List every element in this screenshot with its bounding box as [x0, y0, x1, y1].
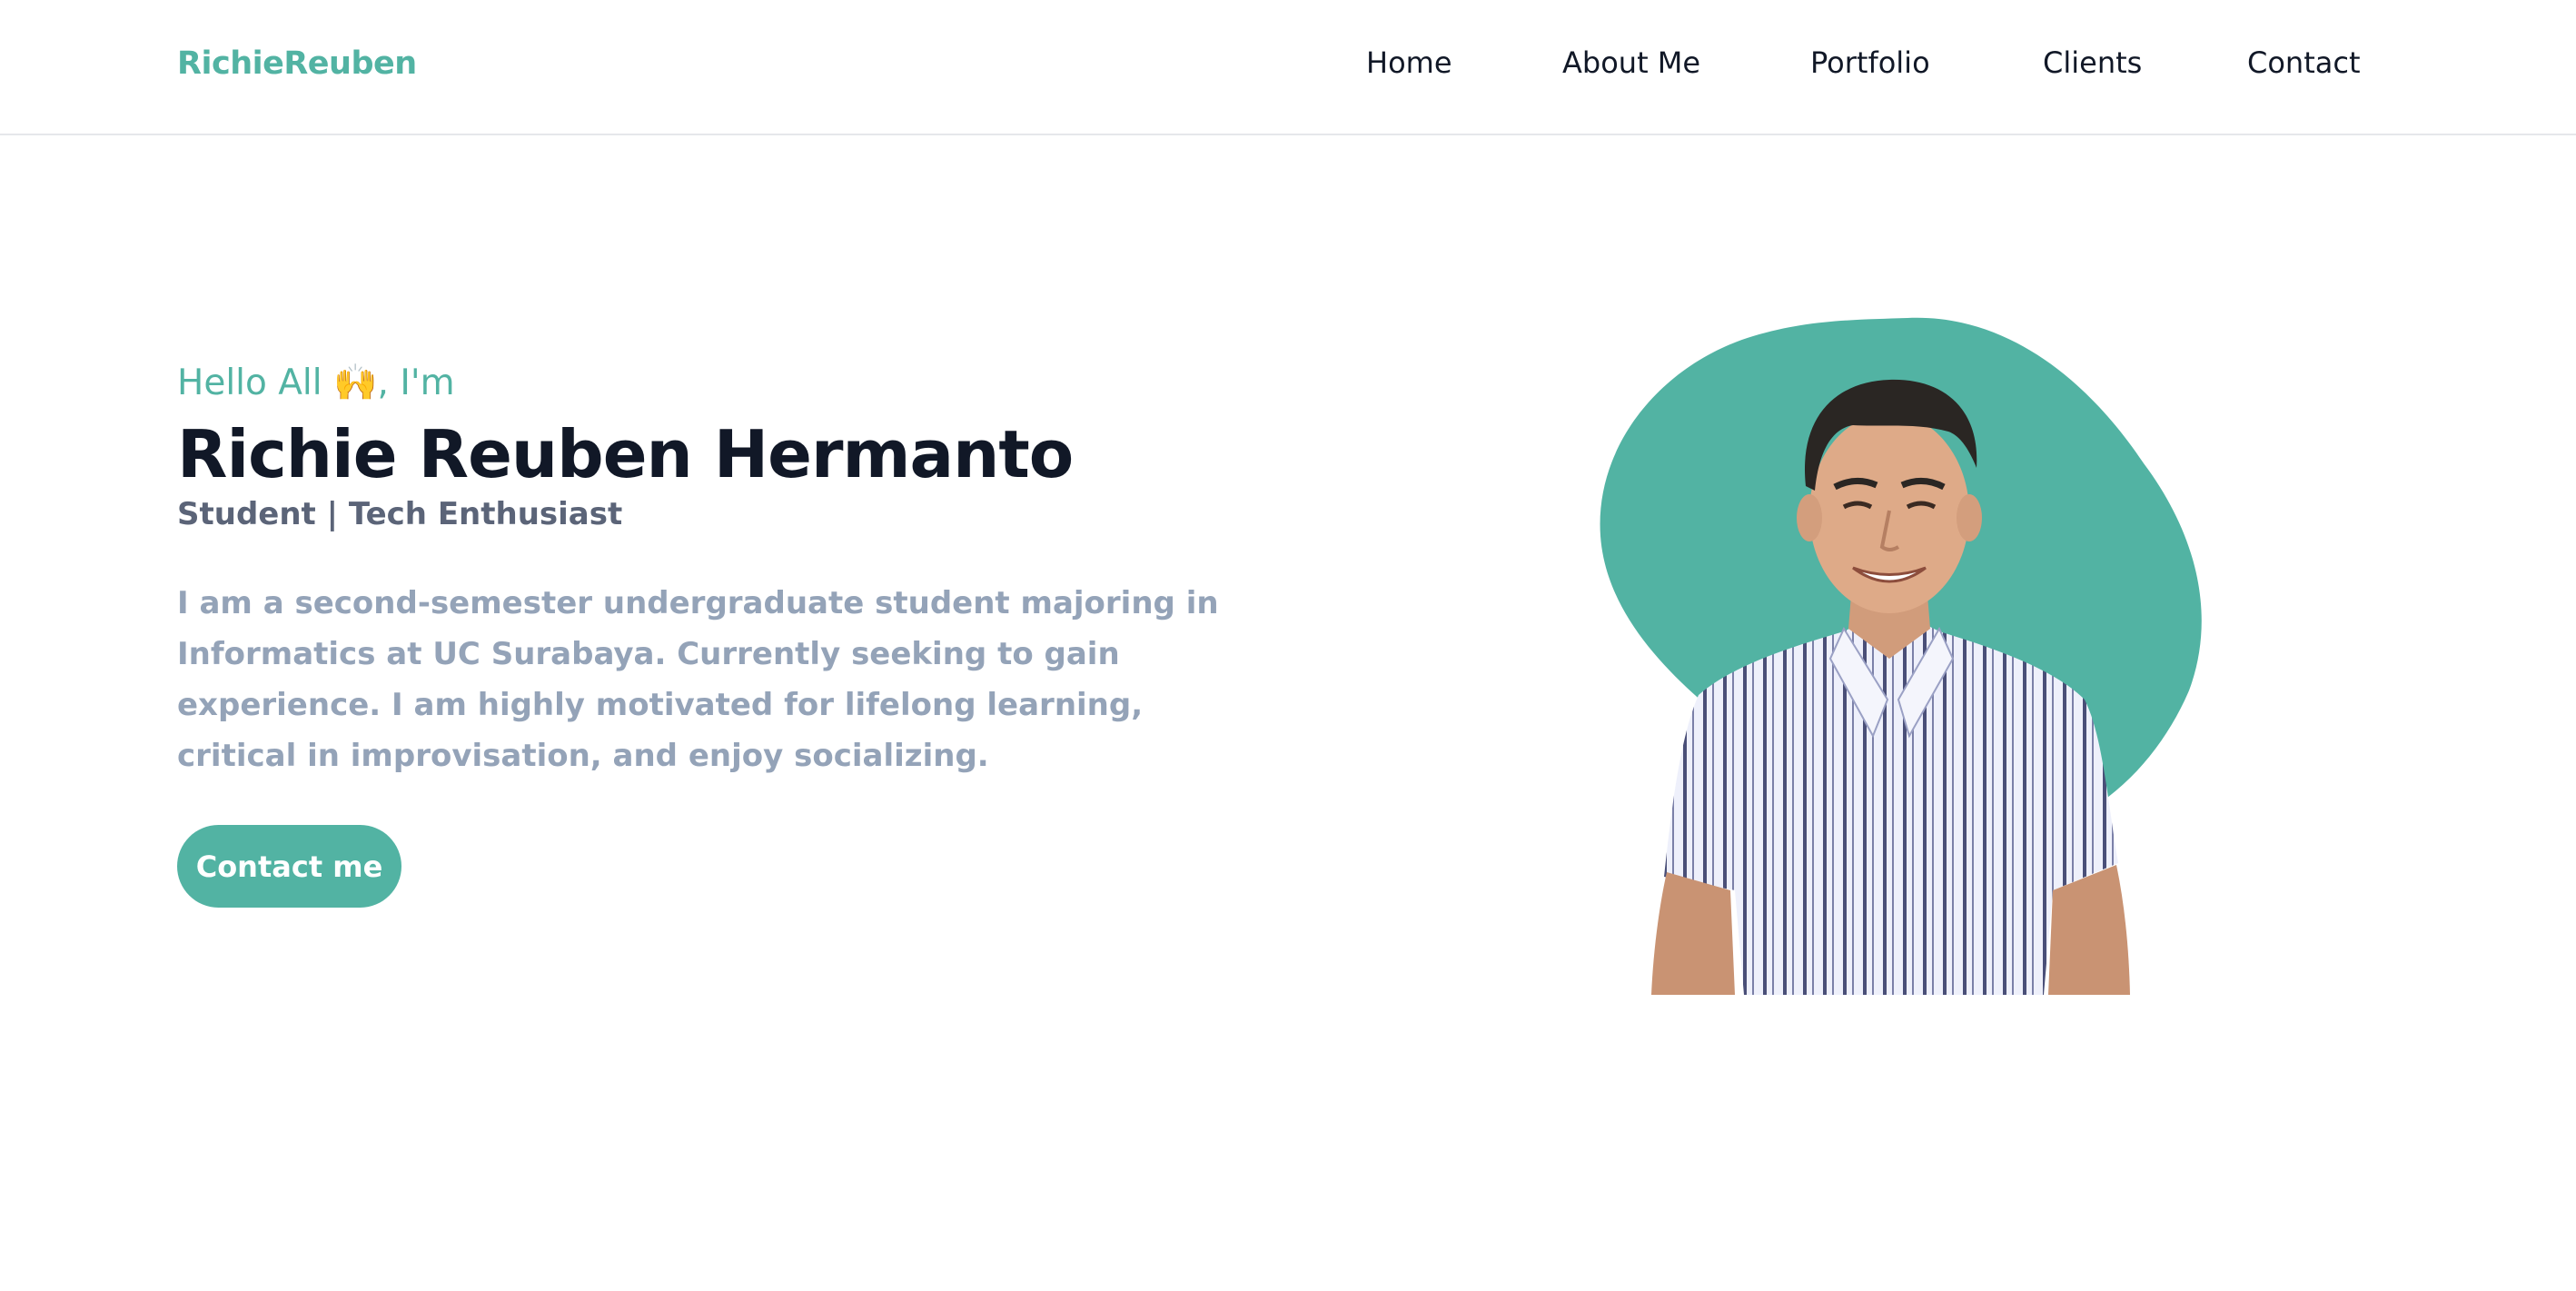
hero-bio: I am a second-semester undergraduate stu…: [177, 585, 1219, 774]
nav-link-portfolio[interactable]: Portfolio: [1810, 45, 1930, 80]
hero-subtitle: Student | Tech Enthusiast: [177, 496, 623, 532]
navbar: RichieReuben Home About Me Portfolio Cli…: [0, 0, 2576, 135]
nav-link-contact[interactable]: Contact: [2247, 45, 2361, 80]
contact-me-button[interactable]: Contact me: [177, 825, 401, 908]
profile-photo: [1580, 309, 2216, 995]
hero-greeting: Hello All 🙌, I'm: [177, 362, 455, 403]
nav-link-about-me[interactable]: About Me: [1562, 45, 1700, 80]
hero-name: Richie Reuben Hermanto: [177, 416, 1074, 492]
brand-logo[interactable]: RichieReuben: [177, 45, 417, 82]
portrait-ear-right: [1957, 494, 1982, 541]
nav-link-home[interactable]: Home: [1366, 45, 1452, 80]
portrait-ear-left: [1797, 494, 1822, 541]
portrait-left-arm: [1651, 872, 1735, 995]
nav-link-clients[interactable]: Clients: [2043, 45, 2142, 80]
